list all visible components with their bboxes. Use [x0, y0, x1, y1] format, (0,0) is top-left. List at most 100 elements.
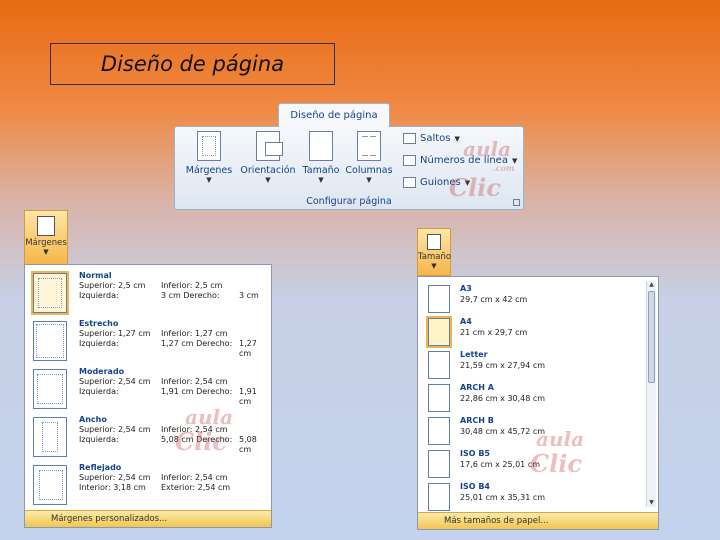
columns-button[interactable]: Columnas ▼: [343, 131, 395, 184]
columns-icon: [357, 131, 381, 161]
margins-icon: [37, 216, 55, 236]
paper-size-dims: 22,86 cm x 30,48 cm: [460, 394, 546, 403]
scroll-thumb[interactable]: [648, 291, 655, 383]
margin-option-name: Reflejado: [79, 463, 122, 472]
paper-size-dims: 25,01 cm x 35,31 cm: [460, 493, 546, 502]
watermark-clic: Clic: [175, 427, 227, 456]
margins-menu-button[interactable]: Márgenes ▼: [24, 210, 68, 265]
margin-option-name: Normal: [79, 271, 112, 280]
margin-option-name: Estrecho: [79, 319, 119, 328]
columns-button-label: Columnas: [345, 165, 393, 176]
orientation-icon: [256, 131, 283, 161]
page-margins-icon: [33, 369, 67, 409]
margin-left: Izquierda:: [79, 387, 119, 396]
margin-top: Superior: 1,27 cm: [79, 329, 151, 338]
margin-left: Izquierda:: [79, 339, 119, 348]
paper-size-option[interactable]: ARCH A 22,86 cm x 30,48 cm: [422, 380, 642, 414]
margin-top: Superior: 2,54 cm: [79, 425, 151, 434]
orientation-button-label: Orientación: [240, 165, 296, 176]
size-menu: A3 29,7 cm x 42 cm A4 21 cm x 29,7 cm Letter…: [417, 276, 659, 530]
ribbon-group-page-setup: Márgenes ▼ Orientación ▼ Tamaño ▼ Column…: [174, 126, 524, 210]
more-paper-sizes-option[interactable]: Más tamaños de papel...: [418, 512, 658, 529]
size-menu-button-label: Tamaño: [418, 252, 452, 262]
hyphenation-icon: [403, 177, 416, 188]
size-icon: [309, 131, 333, 161]
margin-option-col2: Inferior: 2,5 cm 3 cm Derecho:: [161, 281, 222, 301]
margin-right: 1,91 cm Derecho:: [161, 387, 233, 396]
margins-menu-button-label: Márgenes: [25, 238, 67, 248]
paper-size-text: ISO B4 25,01 cm x 35,31 cm: [460, 481, 545, 503]
paper-size-text: ISO B5 17,6 cm x 25,01 cm: [460, 448, 540, 470]
paper-size-text: A3 29,7 cm x 42 cm: [460, 283, 527, 305]
margin-option[interactable]: Reflejado Superior: 2,54 cm Interior: 3,18…: [29, 461, 267, 507]
paper-size-dims: 21,59 cm x 27,94 cm: [460, 361, 546, 370]
margin-option-text: Moderado Superior: 2,54 cm Izquierda:: [79, 367, 151, 397]
margin-bottom: Inferior: 2,54 cm: [161, 473, 228, 482]
paper-size-text: Letter 21,59 cm x 27,94 cm: [460, 349, 545, 371]
dialog-launcher-icon[interactable]: [513, 199, 520, 206]
margin-right: 1,27 cm Derecho:: [161, 339, 233, 348]
chevron-down-icon: ▼: [318, 176, 324, 184]
chevron-down-icon: ▼: [431, 262, 437, 270]
paper-icon: [426, 316, 452, 348]
breaks-button[interactable]: Saltos ▼: [403, 133, 460, 144]
slide-title: Diseño de página: [50, 43, 335, 85]
margin-bottom: Inferior: 2,54 cm: [161, 377, 228, 386]
page-margins-icon: [33, 417, 67, 457]
margin-right-value: 3 cm: [239, 291, 259, 300]
size-button-label: Tamaño: [302, 165, 340, 176]
margin-right: Exterior: 2,54 cm: [161, 483, 231, 492]
margin-option-col2: Inferior: 1,27 cm 1,27 cm Derecho:: [161, 329, 232, 349]
paper-size-option[interactable]: A3 29,7 cm x 42 cm: [422, 281, 642, 315]
margin-bottom: Inferior: 1,27 cm: [161, 329, 228, 338]
custom-margins-option[interactable]: Márgenes personalizados...: [25, 510, 271, 527]
margin-right: 3 cm Derecho:: [161, 291, 220, 300]
margin-right-value: 5,08 cm: [239, 435, 257, 454]
watermark-aula: aula: [463, 137, 512, 161]
margin-top: Superior: 2,5 cm: [79, 281, 146, 290]
margin-option-text: Estrecho Superior: 1,27 cm Izquierda:: [79, 319, 151, 349]
margin-bottom: Inferior: 2,5 cm: [161, 281, 223, 290]
paper-size-name: ARCH B: [460, 416, 494, 425]
margins-button[interactable]: Márgenes ▼: [179, 131, 239, 184]
margin-option-name: Ancho: [79, 415, 107, 424]
scroll-up-icon[interactable]: ▲: [647, 281, 656, 289]
paper-size-option[interactable]: A4 21 cm x 29,7 cm: [422, 314, 642, 348]
paper-size-option[interactable]: ARCH B 30,48 cm x 45,72 cm: [422, 413, 642, 447]
breaks-icon: [403, 133, 416, 144]
margin-left: Interior: 3,18 cm: [79, 483, 146, 492]
margin-right-value: 1,91 cm: [239, 387, 257, 406]
paper-size-name: A3: [460, 284, 472, 293]
paper-size-dims: 30,48 cm x 45,72 cm: [460, 427, 546, 436]
size-button[interactable]: Tamaño ▼: [299, 131, 343, 184]
chevron-down-icon: ▼: [206, 176, 212, 184]
paper-icon: [428, 285, 450, 313]
size-icon: [427, 234, 441, 250]
paper-size-dims: 29,7 cm x 42 cm: [460, 295, 528, 304]
tab-page-layout[interactable]: Diseño de página: [278, 103, 390, 127]
size-menu-scrollbar[interactable]: ▲ ▼: [646, 281, 656, 507]
margin-left: Izquierda:: [79, 291, 119, 300]
margin-option[interactable]: Estrecho Superior: 1,27 cm Izquierda: Infer…: [29, 317, 267, 363]
margin-top: Superior: 2,54 cm: [79, 473, 151, 482]
scroll-down-icon[interactable]: ▼: [647, 499, 656, 507]
chevron-down-icon: ▼: [265, 176, 271, 184]
margin-option-col2: Inferior: 2,54 cm Exterior: 2,54 cm: [161, 473, 230, 493]
margin-option-text: Ancho Superior: 2,54 cm Izquierda:: [79, 415, 151, 445]
paper-size-option[interactable]: ISO B4 25,01 cm x 35,31 cm: [422, 479, 642, 513]
paper-icon: [428, 351, 450, 379]
paper-size-option[interactable]: Letter 21,59 cm x 27,94 cm: [422, 347, 642, 381]
breaks-label: Saltos: [420, 133, 451, 144]
paper-icon: [428, 384, 450, 412]
margin-option-text: Reflejado Superior: 2,54 cm Interior: 3,18…: [79, 463, 151, 493]
paper-size-name: ISO B5: [460, 449, 490, 458]
paper-icon: [428, 483, 450, 511]
page-margins-icon: [33, 321, 67, 361]
paper-icon: [428, 417, 450, 445]
size-menu-button[interactable]: Tamaño ▼: [417, 228, 451, 276]
margin-option[interactable]: Normal Superior: 2,5 cm Izquierda: Inferior…: [29, 269, 267, 315]
orientation-button[interactable]: Orientación ▼: [237, 131, 299, 184]
group-label: Configurar página: [306, 196, 392, 207]
paper-icon: [428, 450, 450, 478]
watermark-aula: aula: [536, 427, 585, 451]
